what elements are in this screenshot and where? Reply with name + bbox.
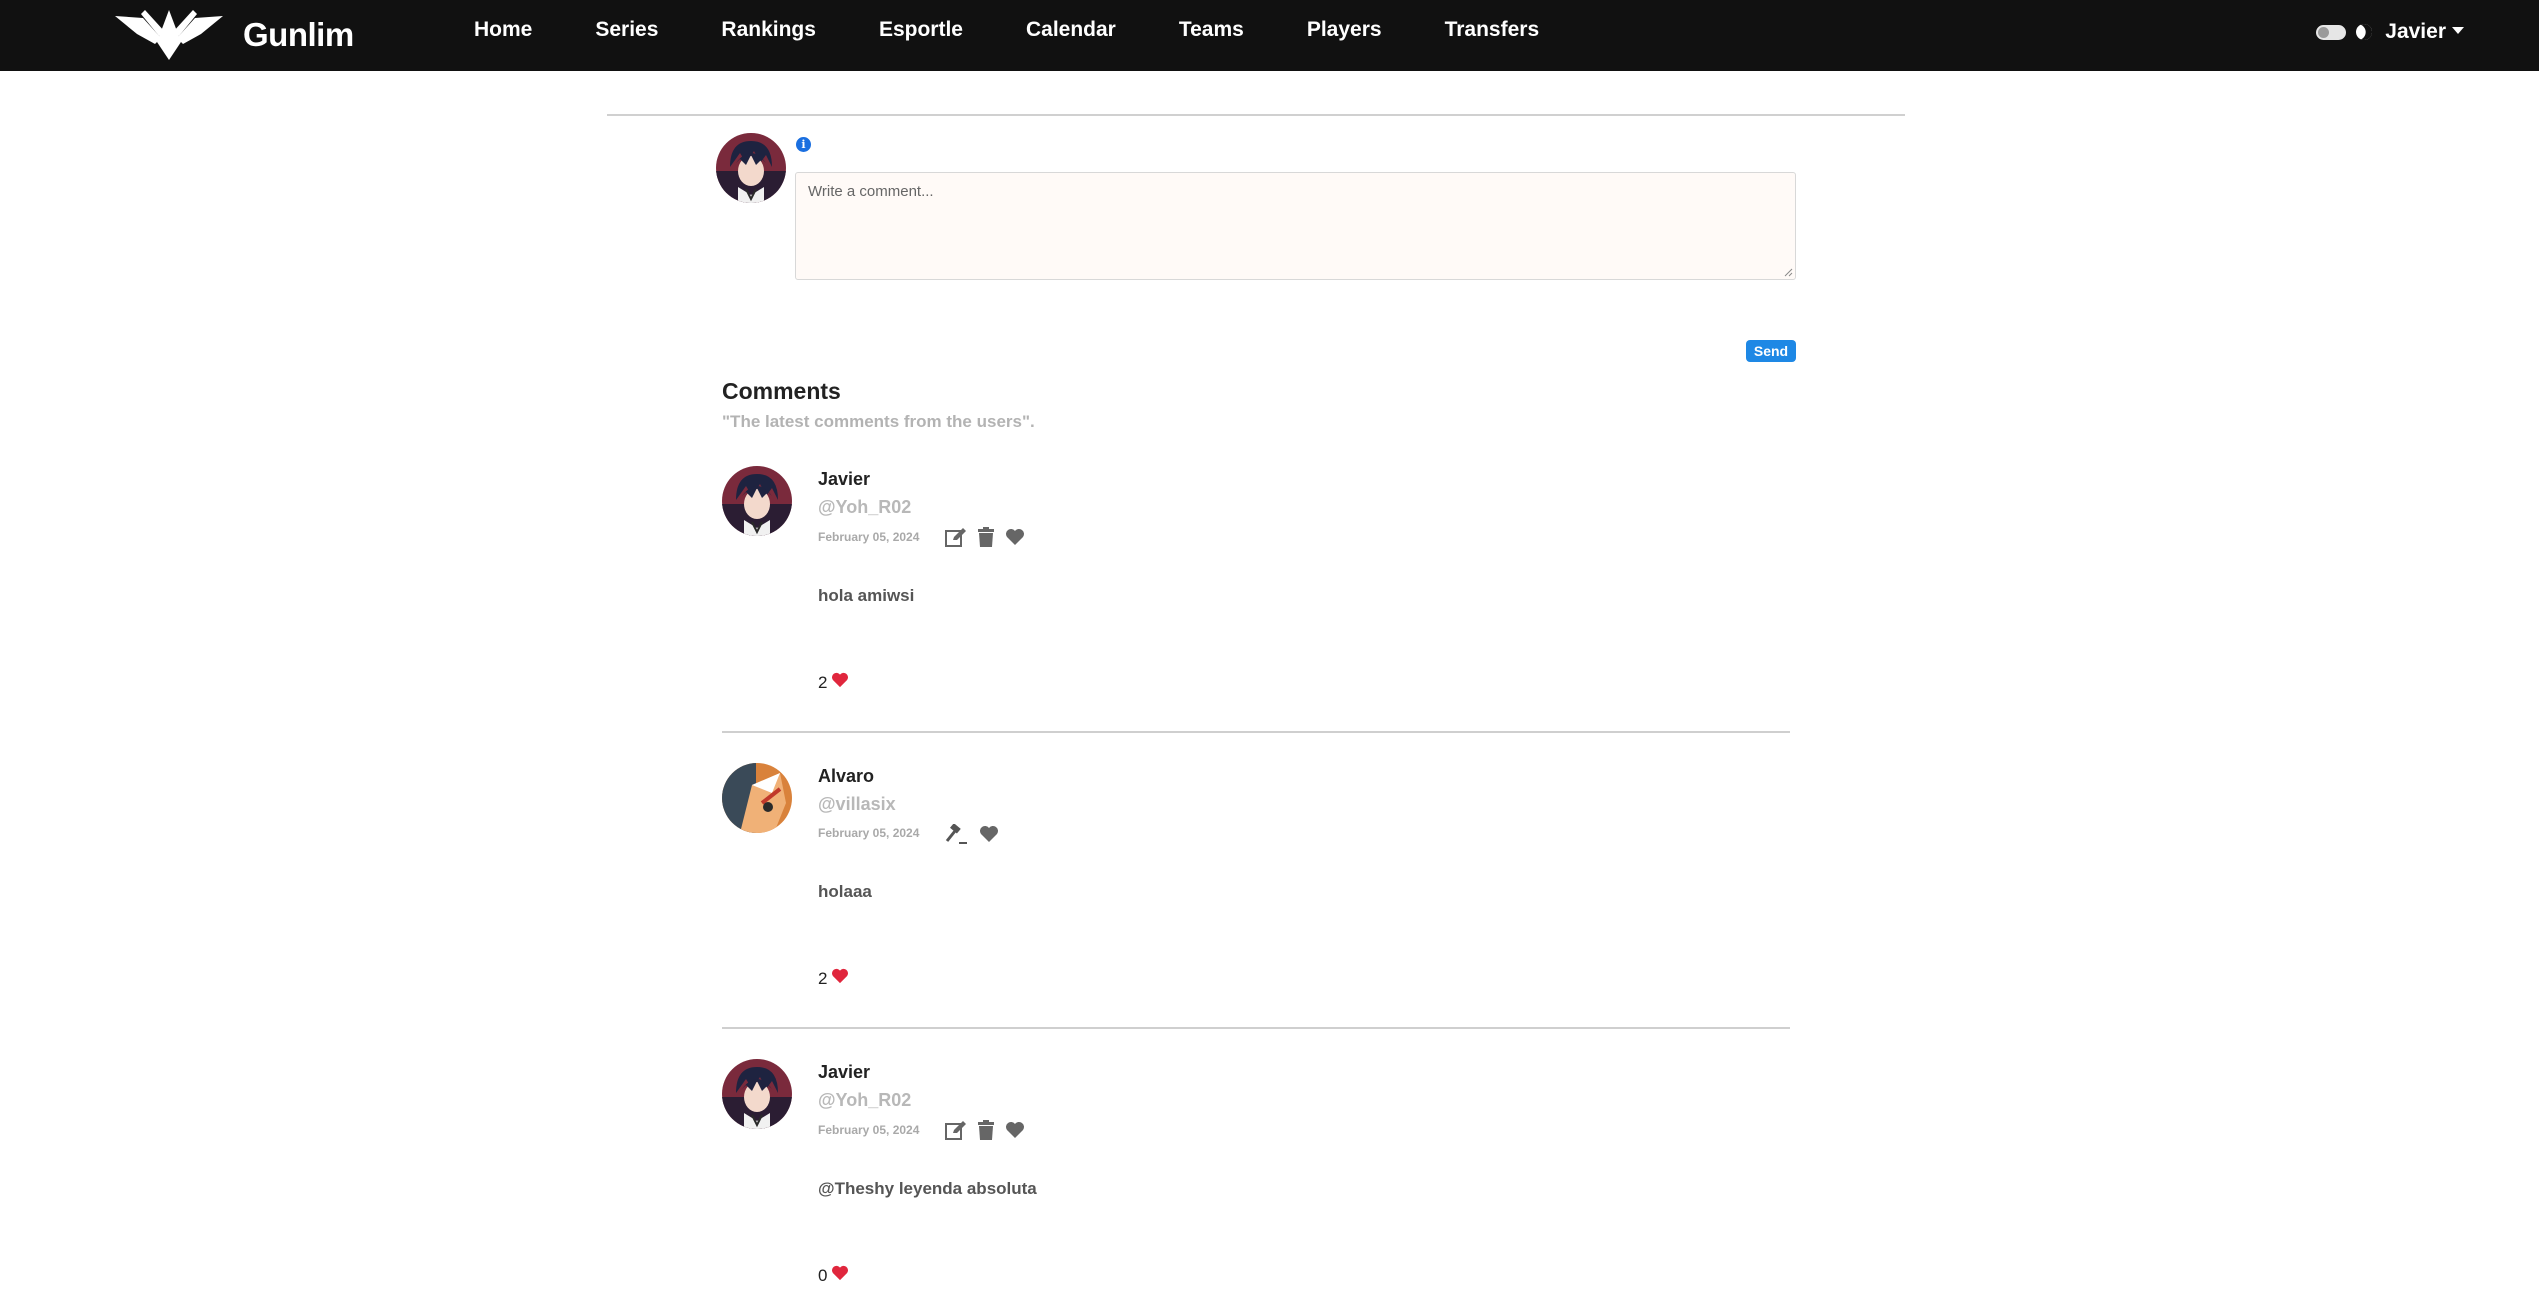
like-heart-icon[interactable] — [831, 1265, 849, 1286]
comment-actions — [945, 1120, 1035, 1140]
comment-actions — [945, 824, 1009, 844]
heart-icon[interactable] — [1005, 528, 1025, 546]
comment-text: holaaa — [818, 882, 872, 901]
brand-name: Gunlim — [243, 16, 354, 53]
comments-title: Comments — [722, 378, 841, 404]
comment-date: February 05, 2024 — [818, 1123, 920, 1137]
nav-item-teams[interactable]: Teams — [1179, 18, 1244, 42]
like-count: 2 — [818, 672, 828, 692]
nav-user-area: Javier — [2316, 0, 2464, 64]
comment-actions — [945, 527, 1035, 547]
comment-avatar[interactable] — [722, 466, 792, 536]
like-heart-icon[interactable] — [831, 968, 849, 989]
nav-item-home[interactable]: Home — [474, 18, 532, 42]
comment-date: February 05, 2024 — [818, 826, 920, 840]
brand[interactable]: Gunlim — [115, 8, 354, 62]
comment-divider — [722, 731, 1790, 733]
theme-toggle-icon[interactable] — [2316, 24, 2347, 40]
nav-item-calendar[interactable]: Calendar — [1026, 18, 1116, 42]
trash-icon[interactable] — [977, 527, 995, 547]
heart-icon[interactable] — [979, 825, 999, 843]
nav-item-rankings[interactable]: Rankings — [721, 18, 816, 42]
main-nav: Home Series Rankings Esportle Calendar T… — [474, 0, 1602, 60]
like-count: 0 — [818, 1265, 828, 1285]
info-icon[interactable]: i — [796, 137, 811, 152]
gunlim-logo-icon — [115, 6, 223, 65]
comment-text: hola amiwsi — [818, 586, 915, 605]
nav-item-transfers[interactable]: Transfers — [1445, 18, 1540, 42]
comments-subtitle: "The latest comments from the users". — [722, 412, 1035, 431]
comment-author-name[interactable]: Javier — [818, 1062, 870, 1083]
comment-text: @Theshy leyenda absoluta — [818, 1179, 1037, 1198]
trash-icon[interactable] — [977, 1120, 995, 1140]
comment-author-name[interactable]: Javier — [818, 469, 870, 490]
heart-icon[interactable] — [1005, 1121, 1025, 1139]
send-button[interactable]: Send — [1746, 340, 1796, 362]
chevron-down-icon[interactable] — [2452, 26, 2464, 34]
comment-likes: 0 — [818, 1265, 849, 1286]
comment-avatar[interactable] — [722, 763, 792, 833]
gavel-icon[interactable] — [945, 824, 969, 844]
current-user-avatar — [716, 133, 786, 203]
nav-item-players[interactable]: Players — [1307, 18, 1382, 42]
comment-author-handle: @villasix — [818, 794, 896, 814]
edit-icon[interactable] — [945, 527, 967, 547]
moon-icon — [2354, 21, 2375, 43]
comment-likes: 2 — [818, 672, 849, 693]
resize-handle-icon[interactable] — [1783, 267, 1793, 277]
top-navbar: Gunlim Home Series Rankings Esportle Cal… — [0, 0, 2539, 71]
comment-date: February 05, 2024 — [818, 530, 920, 544]
comment-author-handle: @Yoh_R02 — [818, 497, 912, 517]
comment-input[interactable] — [795, 172, 1796, 280]
user-menu[interactable]: Javier — [2385, 20, 2446, 44]
comment-avatar[interactable] — [722, 1059, 792, 1129]
nav-item-esportle[interactable]: Esportle — [879, 18, 963, 42]
comment-likes: 2 — [818, 968, 849, 989]
like-heart-icon[interactable] — [831, 672, 849, 693]
comment-author-handle: @Yoh_R02 — [818, 1090, 912, 1110]
nav-item-series[interactable]: Series — [595, 18, 658, 42]
edit-icon[interactable] — [945, 1120, 967, 1140]
like-count: 2 — [818, 968, 828, 988]
section-divider — [607, 114, 1905, 116]
comment-author-name[interactable]: Alvaro — [818, 766, 874, 787]
comment-divider — [722, 1027, 1790, 1029]
